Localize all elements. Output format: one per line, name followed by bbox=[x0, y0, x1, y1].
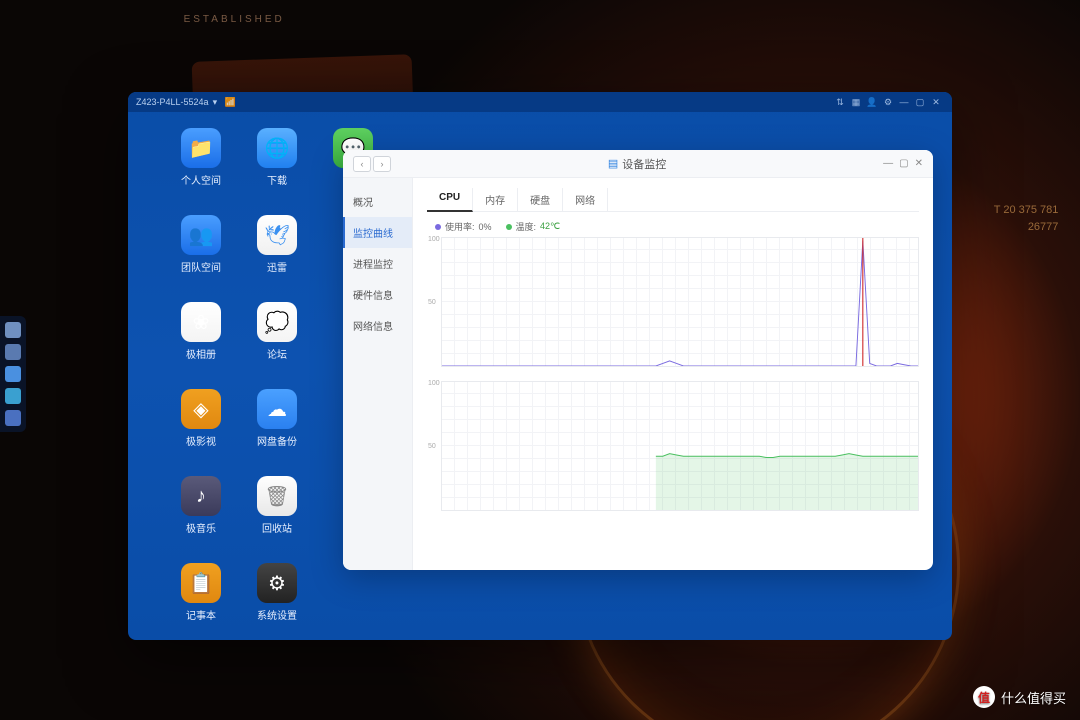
minimize-icon[interactable]: — bbox=[899, 97, 909, 107]
desktop-icon-团队空间[interactable]: 👥 团队空间 bbox=[166, 215, 236, 274]
app-icon: ⚙ bbox=[257, 563, 297, 603]
wallpaper-text-right: T 20 375 781 26777 bbox=[994, 202, 1059, 237]
temp-dot-icon bbox=[506, 224, 512, 230]
app-icon: ❀ bbox=[181, 302, 221, 342]
desktop-icon-论坛[interactable]: 💭 论坛 bbox=[242, 302, 312, 361]
dock-item-2[interactable] bbox=[5, 344, 21, 360]
app-label: 网盘备份 bbox=[257, 433, 297, 448]
app-label: 个人空间 bbox=[181, 172, 221, 187]
sidebar-item-0[interactable]: 概况 bbox=[343, 186, 412, 217]
window-minimize-icon[interactable]: — bbox=[883, 158, 893, 169]
tab-硬盘[interactable]: 硬盘 bbox=[518, 188, 563, 211]
user-icon[interactable]: 👤 bbox=[867, 97, 877, 107]
app-label: 极影视 bbox=[186, 433, 216, 448]
desktop-window: Z423-P4LL-5524a▾ 📶 ⇅ ▦ 👤 ⚙ — ▢ ✕ 📁 个人空间 🌐 下… bbox=[128, 92, 952, 640]
transfer-icon[interactable]: ⇅ bbox=[835, 97, 845, 107]
app-icon: 🕊 bbox=[257, 215, 297, 255]
app-label: 论坛 bbox=[267, 346, 287, 361]
tab-CPU[interactable]: CPU bbox=[427, 188, 473, 212]
app-label: 团队空间 bbox=[181, 259, 221, 274]
chart-legend: 使用率: 0% 温度: 42℃ bbox=[427, 220, 919, 233]
tab-网络[interactable]: 网络 bbox=[563, 188, 608, 211]
desktop-icon-系统设置[interactable]: ⚙ 系统设置 bbox=[242, 563, 312, 622]
wallpaper-text: ESTABLISHED bbox=[184, 14, 285, 25]
watermark: 值 什么值得买 bbox=[973, 686, 1066, 708]
app-icon: 💭 bbox=[257, 302, 297, 342]
desktop-icon-下载[interactable]: 🌐 下载 bbox=[242, 128, 312, 187]
monitor-content: CPU内存硬盘网络 使用率: 0% 温度: 42℃ 100 50 100 50 bbox=[413, 178, 933, 570]
app-label: 极相册 bbox=[186, 346, 216, 361]
wifi-icon[interactable]: 📶 bbox=[225, 97, 235, 107]
topbar: Z423-P4LL-5524a▾ 📶 ⇅ ▦ 👤 ⚙ — ▢ ✕ bbox=[128, 92, 952, 112]
maximize-icon[interactable]: ▢ bbox=[915, 97, 925, 107]
sidebar-item-1[interactable]: 监控曲线 bbox=[343, 217, 412, 248]
app-label: 回收站 bbox=[262, 520, 292, 535]
desktop-icon-记事本[interactable]: 📋 记事本 bbox=[166, 563, 236, 622]
side-dock bbox=[0, 316, 26, 432]
app-icon: 📁 bbox=[181, 128, 221, 168]
nav-back-button[interactable]: ‹ bbox=[353, 156, 371, 172]
app-label: 下载 bbox=[267, 172, 287, 187]
chevron-down-icon: ▾ bbox=[213, 97, 218, 108]
app-icon: 📋 bbox=[181, 563, 221, 603]
window-maximize-icon[interactable]: ▢ bbox=[899, 158, 908, 169]
monitor-icon: ▤ bbox=[608, 157, 618, 170]
dock-item-1[interactable] bbox=[5, 322, 21, 338]
sidebar-item-2[interactable]: 进程监控 bbox=[343, 248, 412, 279]
gear-icon[interactable]: ⚙ bbox=[883, 97, 893, 107]
metric-tabs: CPU内存硬盘网络 bbox=[427, 188, 919, 212]
desktop-icon-回收站[interactable]: 🗑 回收站 bbox=[242, 476, 312, 535]
app-label: 系统设置 bbox=[257, 607, 297, 622]
dock-item-3[interactable] bbox=[5, 366, 21, 382]
desktop-icon-极相册[interactable]: ❀ 极相册 bbox=[166, 302, 236, 361]
window-close-icon[interactable]: ✕ bbox=[915, 158, 923, 169]
sidebar-item-4[interactable]: 网络信息 bbox=[343, 310, 412, 341]
monitor-sidebar: 概况监控曲线进程监控硬件信息网络信息 bbox=[343, 178, 413, 570]
app-label: 极音乐 bbox=[186, 520, 216, 535]
desktop-icon-极音乐[interactable]: ♪ 极音乐 bbox=[166, 476, 236, 535]
app-icon: 🗑 bbox=[257, 476, 297, 516]
nav-forward-button[interactable]: › bbox=[373, 156, 391, 172]
dock-item-5[interactable] bbox=[5, 410, 21, 426]
hostname[interactable]: Z423-P4LL-5524a▾ bbox=[136, 97, 217, 108]
window-title: ▤ 设备监控 bbox=[391, 156, 883, 172]
app-icon: 🌐 bbox=[257, 128, 297, 168]
app-icon: ◈ bbox=[181, 389, 221, 429]
app-icon: ♪ bbox=[181, 476, 221, 516]
cpu-usage-chart: 100 50 bbox=[441, 237, 919, 367]
dock-item-4[interactable] bbox=[5, 388, 21, 404]
sidebar-item-3[interactable]: 硬件信息 bbox=[343, 279, 412, 310]
window-titlebar: ‹ › ▤ 设备监控 — ▢ ✕ bbox=[343, 150, 933, 178]
device-monitor-window: ‹ › ▤ 设备监控 — ▢ ✕ 概况监控曲线进程监控硬件信息网络信息 CPU内… bbox=[343, 150, 933, 570]
watermark-badge-icon: 值 bbox=[973, 686, 995, 708]
desktop-icon-迅雷[interactable]: 🕊 迅雷 bbox=[242, 215, 312, 274]
app-icon: 👥 bbox=[181, 215, 221, 255]
usage-dot-icon bbox=[435, 224, 441, 230]
apps-icon[interactable]: ▦ bbox=[851, 97, 861, 107]
tab-内存[interactable]: 内存 bbox=[473, 188, 518, 211]
app-icon: ☁ bbox=[257, 389, 297, 429]
app-label: 记事本 bbox=[186, 607, 216, 622]
app-label: 迅雷 bbox=[267, 259, 287, 274]
desktop-icon-网盘备份[interactable]: ☁ 网盘备份 bbox=[242, 389, 312, 448]
cpu-temp-chart: 100 50 bbox=[441, 381, 919, 511]
desktop-icon-极影视[interactable]: ◈ 极影视 bbox=[166, 389, 236, 448]
close-icon[interactable]: ✕ bbox=[931, 97, 941, 107]
desktop-icon-个人空间[interactable]: 📁 个人空间 bbox=[166, 128, 236, 187]
